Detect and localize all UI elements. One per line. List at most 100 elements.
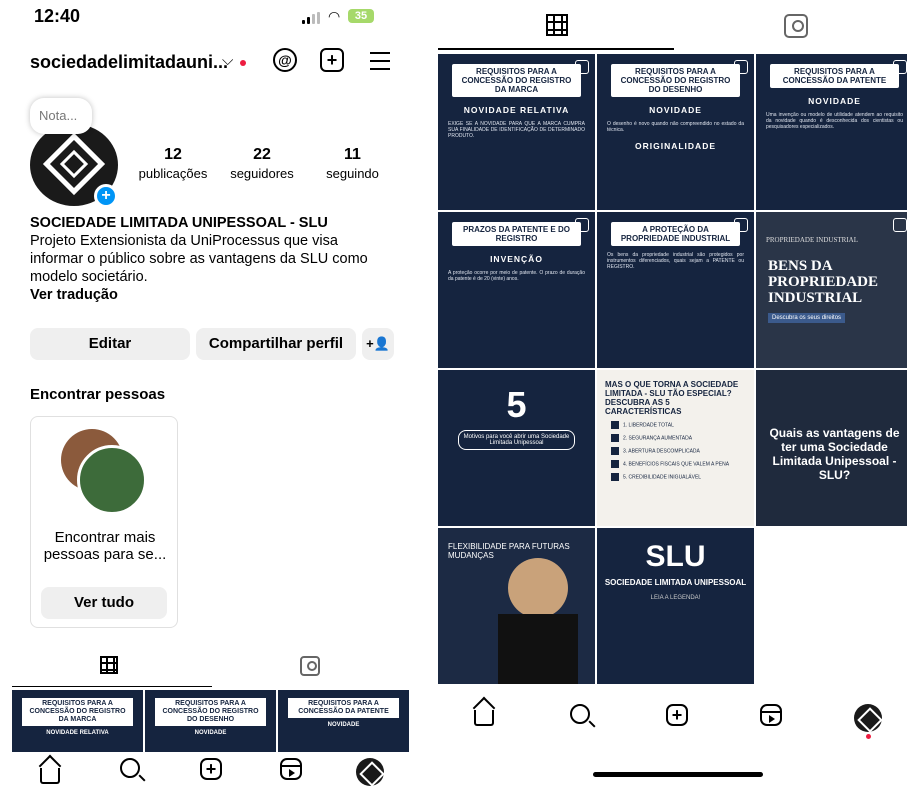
post-header: REQUISITOS PARA A CONCESSÃO DA PATENTE	[770, 64, 899, 88]
home-indicator	[593, 772, 763, 777]
active-tab-indicator	[12, 686, 212, 687]
reels-icon[interactable]	[280, 758, 302, 780]
reels-icon[interactable]	[760, 704, 782, 726]
menu-icon[interactable]	[370, 52, 390, 76]
thumb-header: REQUISITOS PARA A CONCESSÃO DO REGISTRO …	[155, 698, 266, 726]
see-all-button[interactable]: Ver tudo	[41, 587, 167, 619]
bio-text: Projeto Extensionista da UniProcessus qu…	[30, 233, 368, 285]
bottom-nav: +	[0, 752, 410, 794]
post-title: INVENÇÃO	[490, 254, 543, 264]
profile-icon[interactable]	[356, 758, 384, 786]
followers-count: 22	[253, 146, 271, 163]
post-list-item: 2. SEGURANÇA AUMENTADA	[611, 434, 754, 442]
grid-icon[interactable]	[100, 656, 118, 674]
add-icon[interactable]: +	[666, 704, 688, 726]
post-header: REQUISITOS PARA A CONCESSÃO DO REGISTRO …	[452, 64, 581, 97]
select-icon[interactable]	[893, 60, 907, 74]
post-tile[interactable]: FLEXIBILIDADE PARA FUTURAS MUDANÇAS	[438, 528, 595, 684]
note-bubble[interactable]: Nota...	[30, 98, 92, 134]
select-icon[interactable]	[734, 60, 748, 74]
profile-icon[interactable]	[854, 704, 882, 732]
status-bar: 12:40 ◠ 35	[0, 0, 410, 36]
battery-icon: 35	[348, 9, 374, 23]
post-subtitle: SOCIEDADE LIMITADA UNIPESSOAL	[604, 578, 747, 587]
new-post-button[interactable]: +	[320, 48, 344, 72]
notification-dot	[240, 60, 246, 66]
post-big-title: BENS DA PROPRIEDADE INDUSTRIAL	[768, 258, 879, 306]
stat-posts[interactable]: 12 publicações	[130, 146, 216, 181]
post-title: SLU	[645, 540, 706, 573]
post-thumbnail[interactable]: REQUISITOS PARA A CONCESSÃO DO REGISTRO …	[145, 690, 276, 752]
post-tile[interactable]: Quais as vantagens de ter uma Sociedade …	[756, 370, 907, 526]
post-header: PRAZOS DA PATENTE E DO REGISTRO	[452, 222, 581, 246]
edit-profile-button[interactable]: Editar	[30, 328, 190, 360]
find-people-text: Encontrar mais pessoas para se...	[43, 529, 167, 563]
left-screenshot: 12:40 ◠ 35 sociedadelimitadauni... ⌵ @ +…	[0, 0, 410, 794]
share-profile-button[interactable]: Compartilhar perfil	[196, 328, 356, 360]
post-list-item: 3. ABERTURA DESCOMPLICADA	[611, 447, 754, 455]
post-tile[interactable]: PROPRIEDADE INDUSTRIAL BENS DA PROPRIEDA…	[756, 212, 907, 368]
select-icon[interactable]	[734, 218, 748, 232]
post-tile[interactable]: 5 Motivos para você abrir uma Sociedade …	[438, 370, 595, 526]
select-icon[interactable]	[575, 218, 589, 232]
post-title: FLEXIBILIDADE PARA FUTURAS MUDANÇAS	[448, 542, 570, 560]
find-people-title: Encontrar pessoas	[30, 386, 166, 403]
select-icon[interactable]	[575, 60, 589, 74]
post-tile[interactable]: REQUISITOS PARA A CONCESSÃO DA PATENTE N…	[756, 54, 907, 210]
translate-link[interactable]: Ver tradução	[30, 286, 390, 304]
followers-label: seguidores	[230, 166, 294, 181]
post-list-item: 4. BENEFÍCIOS FISCAIS QUE VALEM A PENA	[611, 460, 754, 468]
search-icon[interactable]	[120, 758, 140, 778]
add-user-button[interactable]: +👤	[362, 328, 394, 360]
post-body: Os bens da propriedade industrial são pr…	[607, 252, 744, 270]
post-tile[interactable]: PRAZOS DA PATENTE E DO REGISTRO INVENÇÃO…	[438, 212, 595, 368]
add-icon[interactable]: +	[200, 758, 222, 780]
chevron-down-icon[interactable]: ⌵	[222, 52, 233, 69]
post-header: REQUISITOS PARA A CONCESSÃO DO REGISTRO …	[611, 64, 740, 97]
post-thumbnail[interactable]: REQUISITOS PARA A CONCESSÃO DA PATENTE N…	[278, 690, 409, 752]
post-list-item: 5. CREDIBILIDADE INIGUALÁVEL	[611, 473, 754, 481]
thumb-header: REQUISITOS PARA A CONCESSÃO DO REGISTRO …	[22, 698, 133, 726]
empty-tile	[756, 528, 907, 684]
home-icon[interactable]	[474, 710, 494, 726]
bio: SOCIEDADE LIMITADA UNIPESSOAL - SLU Proj…	[30, 214, 390, 304]
stat-followers[interactable]: 22 seguidores	[222, 146, 302, 181]
stat-following[interactable]: 11 seguindo	[315, 146, 390, 181]
thumb-subtitle: NOVIDADE RELATIVA	[46, 730, 109, 736]
post-tile[interactable]: SLU SOCIEDADE LIMITADA UNIPESSOAL LEIA A…	[597, 528, 754, 684]
select-icon[interactable]	[893, 218, 907, 232]
threads-icon[interactable]: @	[273, 48, 297, 72]
tagged-icon[interactable]	[300, 656, 320, 676]
right-screenshot: REQUISITOS PARA A CONCESSÃO DO REGISTRO …	[438, 0, 907, 794]
post-number: 5	[506, 384, 527, 425]
home-icon[interactable]	[40, 768, 60, 784]
post-header: A PROTEÇÃO DA PROPRIEDADE INDUSTRIAL	[611, 222, 740, 246]
post-tile[interactable]: MAS O QUE TORNA A SOCIEDADE LIMITADA - S…	[597, 370, 754, 526]
thumb-subtitle: NOVIDADE	[327, 722, 360, 728]
profile-tabs	[0, 656, 410, 688]
search-icon[interactable]	[570, 704, 590, 724]
post-tile[interactable]: A PROTEÇÃO DA PROPRIEDADE INDUSTRIAL Os …	[597, 212, 754, 368]
grid-icon[interactable]	[546, 14, 568, 36]
active-tab-indicator	[438, 48, 674, 50]
posts-label: publicações	[138, 166, 208, 181]
post-tile[interactable]: REQUISITOS PARA A CONCESSÃO DO REGISTRO …	[597, 54, 754, 210]
profile-tabs	[438, 0, 907, 52]
post-title-2: ORIGINALIDADE	[635, 141, 716, 151]
post-thumbnail[interactable]: REQUISITOS PARA A CONCESSÃO DO REGISTRO …	[12, 690, 143, 752]
signal-icon	[302, 12, 322, 24]
post-title: NOVIDADE RELATIVA	[463, 105, 570, 115]
person-image	[498, 614, 578, 684]
profile-header: sociedadelimitadauni... ⌵ @ +	[0, 46, 410, 80]
thumb-subtitle: NOVIDADE	[194, 730, 227, 736]
post-body: A proteção ocorre por meio de patente. O…	[448, 270, 585, 282]
find-people-card: Encontrar mais pessoas para se... Ver tu…	[30, 416, 178, 628]
post-body: O desenho é novo quando não compreendido…	[607, 121, 744, 133]
status-time: 12:40	[34, 6, 81, 26]
username[interactable]: sociedadelimitadauni...	[30, 52, 228, 73]
post-grid-preview: REQUISITOS PARA A CONCESSÃO DO REGISTRO …	[12, 690, 410, 752]
post-tile[interactable]: REQUISITOS PARA A CONCESSÃO DO REGISTRO …	[438, 54, 595, 210]
add-story-icon[interactable]: +	[94, 184, 118, 208]
tagged-icon[interactable]	[784, 14, 808, 38]
post-body: Uma invenção ou modelo de utilidade aten…	[766, 112, 903, 130]
